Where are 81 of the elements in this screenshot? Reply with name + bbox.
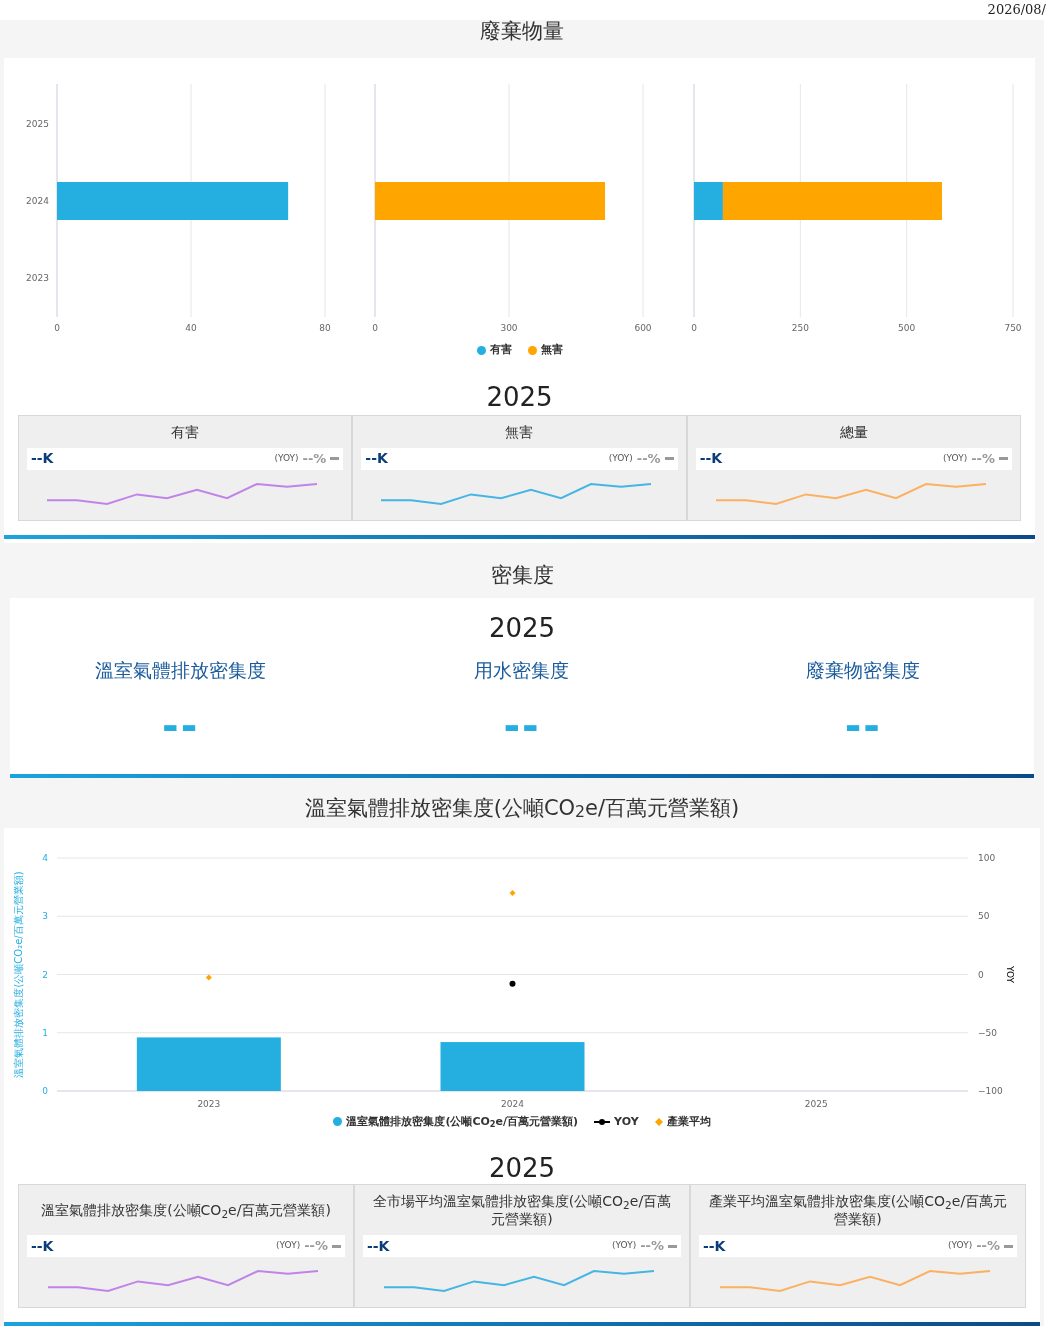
yoy-value: --%: [302, 449, 327, 468]
metric-value: --: [162, 706, 200, 746]
value-text: --K: [31, 1236, 54, 1256]
legend-line-icon: [594, 1117, 611, 1126]
metric-label: 用水密集度: [474, 657, 570, 683]
axis-label: 300: [500, 323, 518, 333]
legend-label: 產業平均: [666, 1113, 711, 1130]
legend-label: 有害: [489, 342, 512, 358]
card-title: 產業平均溫室氣體排放密集度(公噸CO$_{2}$e/百萬元營業額): [707, 1192, 1009, 1228]
value-text: --K: [703, 1236, 726, 1256]
yoy-label: (YOY): [274, 451, 299, 465]
card-title: 無害: [504, 422, 535, 441]
yoy-value: --%: [636, 449, 661, 468]
axis-title: YOY: [1005, 965, 1015, 983]
dash-icon: [332, 1244, 341, 1248]
card-title: 有害: [170, 422, 201, 441]
value-text: --K: [699, 449, 723, 468]
axis-label: 0: [54, 323, 60, 333]
yoy-value: --%: [640, 1237, 664, 1256]
data-point: [205, 973, 212, 980]
axis-label: 2025: [804, 1098, 828, 1109]
axis-label: 50: [978, 910, 990, 921]
legend-label: 無害: [540, 342, 563, 358]
axis-label: 2: [42, 969, 48, 979]
section-title: 密集度: [489, 561, 555, 589]
yoy-value: --%: [304, 1237, 328, 1256]
axis-label: 0: [372, 323, 378, 333]
value-text: --K: [367, 1236, 390, 1256]
axis-title: 溫室氣體排放密集度(公噸CO₂e/百萬元營業額): [13, 870, 24, 1078]
value-text: --K: [31, 449, 54, 468]
dash-icon: [999, 457, 1008, 460]
legend-label: YOY: [614, 1113, 639, 1130]
axis-label: 3: [42, 910, 48, 921]
axis-label: 500: [898, 323, 916, 333]
axis-label: 2025: [26, 119, 49, 129]
year-heading: 2025: [487, 1152, 557, 1184]
dash-icon: [330, 457, 340, 460]
legend-diamond-icon: [654, 1117, 663, 1126]
yoy-label: (YOY): [276, 1239, 301, 1253]
yoy-label: (YOY): [948, 1239, 973, 1253]
yoy-value: --%: [976, 1237, 1000, 1256]
dash-icon: [668, 1244, 677, 1248]
date-text: 2026/08/: [987, 2, 1046, 18]
axis-label: 4: [42, 852, 48, 863]
value-text: --K: [365, 449, 388, 468]
metric-value: --: [844, 706, 882, 746]
card-title: 溫室氣體排放密集度(公噸CO$_{2}$e/百萬元營業額): [40, 1201, 332, 1219]
axis-label: 2024: [501, 1098, 524, 1109]
data-point: [509, 980, 516, 987]
card-title: 全市場平均溫室氣體排放密集度(公噸CO$_{2}$e/百萬元營業額): [371, 1192, 673, 1228]
yoy-label: (YOY): [612, 1239, 637, 1253]
section-title: 廢棄物量: [479, 20, 565, 45]
metric-label: 溫室氣體排放密集度: [95, 657, 267, 683]
yoy-label: (YOY): [943, 451, 968, 465]
metric-value: --: [503, 706, 541, 746]
axis-label: 750: [1004, 323, 1022, 333]
axis-label: 40: [185, 323, 197, 333]
dash-icon: [1004, 1244, 1013, 1248]
axis-label: 2023: [197, 1098, 221, 1109]
data-point: [509, 889, 516, 896]
year-heading: 2025: [485, 380, 554, 413]
axis-label: 600: [634, 323, 652, 333]
yoy-label: (YOY): [608, 451, 633, 465]
legend-label: 溫室氣體排放密集度(公噸CO$_{2}$e/百萬元營業額): [346, 1113, 579, 1130]
axis-label: 80: [319, 323, 331, 333]
axis-label: 250: [791, 323, 809, 333]
axis-label: 0: [978, 969, 984, 979]
axis-label: 0: [691, 323, 697, 333]
metric-label: 廢棄物密集度: [806, 657, 921, 683]
axis-label: 1: [42, 1027, 48, 1038]
yoy-value: --%: [971, 449, 995, 468]
section-title: 溫室氣體排放密集度(公噸CO$_{2}$e/百萬元營業額): [303, 794, 741, 824]
card-title: 總量: [838, 422, 869, 441]
axis-label: 2023: [26, 273, 49, 283]
axis-label: 100: [978, 852, 996, 863]
axis-label: −50: [978, 1027, 997, 1038]
axis-label: −100: [978, 1085, 1003, 1096]
axis-label: 2024: [26, 196, 49, 206]
dash-icon: [664, 457, 674, 460]
axis-label: 0: [42, 1085, 48, 1096]
year-heading: 2025: [487, 611, 557, 644]
